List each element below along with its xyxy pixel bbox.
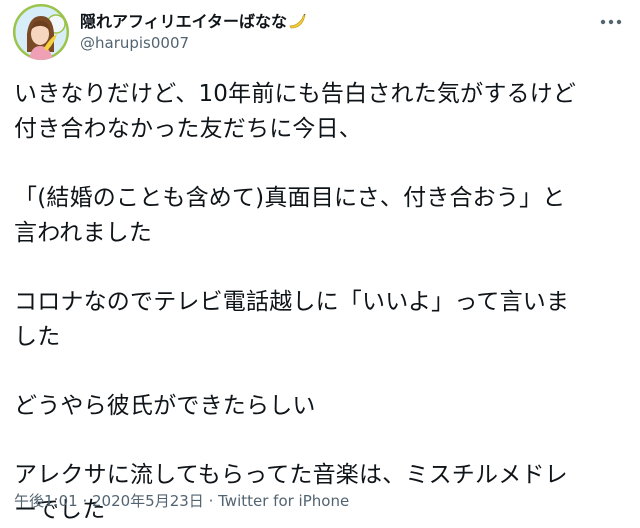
tweet-line: した xyxy=(14,324,61,350)
tweet-line: いきなりだけど、10年前にも告白された気がするけど xyxy=(14,81,577,107)
banana-icon xyxy=(288,12,306,35)
tweet-paragraph: コロナなのでテレビ電話越しに「いいよ」って言いま した xyxy=(14,285,628,355)
tweet-date[interactable]: 2020年5月23日 xyxy=(92,492,204,510)
meta-separator: · xyxy=(77,492,92,510)
tweet-line: アレクサに流してもらってた音楽は、ミスチルメドレ xyxy=(14,462,568,488)
tweet-paragraph: どうやら彼氏ができたらしい xyxy=(14,389,628,424)
meta-separator: · xyxy=(203,492,219,510)
author-handle[interactable]: @harupis0007 xyxy=(80,33,189,53)
tweet-time[interactable]: 午後1:01 xyxy=(14,492,78,510)
display-name-text: 隠れアフィリエイターばなな xyxy=(80,12,288,31)
tweet-line: 言われました xyxy=(14,220,153,246)
tweet-paragraph: 「(結婚のことも含めて)真面目にさ、付き合おう」と 言われました xyxy=(14,181,628,251)
tweet-paragraph: いきなりだけど、10年前にも告白された気がするけど 付き合わなかった友だちに今日… xyxy=(14,77,628,147)
tweet-line: どうやら彼氏ができたらしい xyxy=(14,393,316,419)
more-options-icon[interactable] xyxy=(598,14,624,28)
tweet-line: コロナなのでテレビ電話越しに「いいよ」って言いま xyxy=(14,289,570,315)
tweet-meta: 午後1:01 · 2020年5月23日 · Twitter for iPhone xyxy=(14,491,349,511)
author-display-name[interactable]: 隠れアフィリエイターばなな xyxy=(80,12,306,35)
tweet-source-link[interactable]: Twitter for iPhone xyxy=(218,492,349,510)
tweet-line: 付き合わなかった友だちに今日、 xyxy=(14,116,362,142)
tweet-card: 隠れアフィリエイターばなな @harupis0007 いきなりだけど、10年前に… xyxy=(0,0,640,523)
tweet-text: いきなりだけど、10年前にも告白された気がするけど 付き合わなかった友だちに今日… xyxy=(14,77,628,528)
avatar[interactable] xyxy=(13,4,69,60)
avatar-image xyxy=(13,4,69,60)
tweet-line: 「(結婚のことも含めて)真面目にさ、付き合おう」と xyxy=(14,185,566,211)
